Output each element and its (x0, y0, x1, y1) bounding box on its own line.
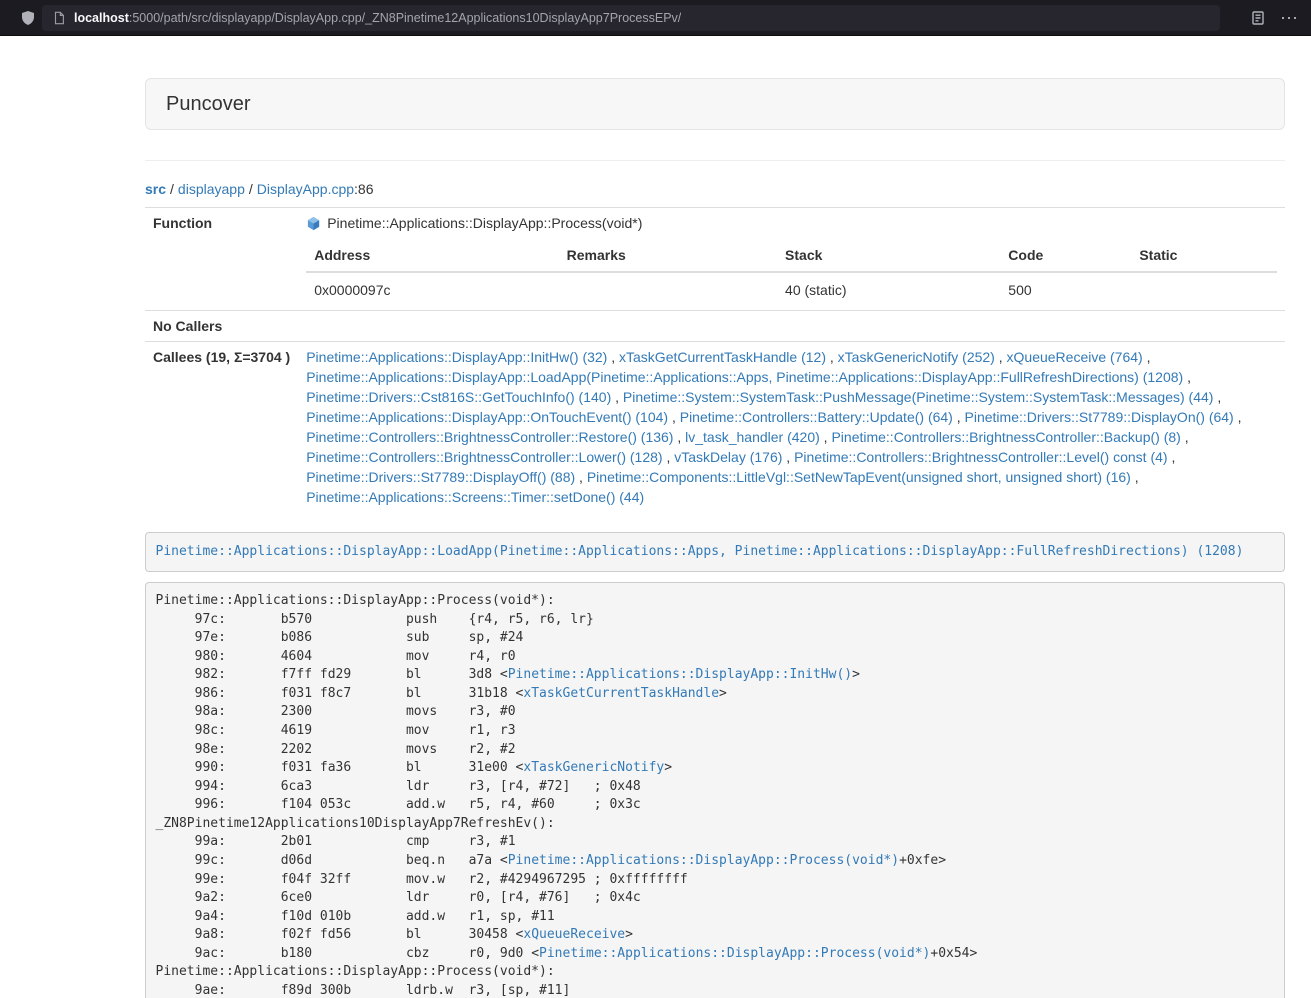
breadcrumb: src/displayapp/DisplayApp.cpp:86 (145, 179, 1285, 199)
code-symbol-link[interactable]: Pinetime::Applications::DisplayApp::Proc… (508, 853, 899, 868)
callees-row: Callees (19, Σ=3704 ) Pinetime::Applicat… (145, 342, 1285, 513)
code-symbol-link[interactable]: Pinetime::Applications::DisplayApp::Proc… (539, 946, 930, 961)
breadcrumb-link-displayapp[interactable]: displayapp (178, 181, 245, 197)
callee-link[interactable]: Pinetime::Controllers::BrightnessControl… (794, 449, 1167, 465)
callee-separator: , (663, 449, 675, 465)
callee-separator: , (820, 429, 832, 445)
callee-separator: , (607, 349, 619, 365)
code-symbol-link[interactable]: xTaskGetCurrentTaskHandle (523, 686, 719, 701)
callee-separator: , (1143, 349, 1151, 365)
callee-link[interactable]: Pinetime::Applications::DisplayApp::Load… (306, 369, 1183, 385)
callee-link[interactable]: Pinetime::Drivers::St7789::DisplayOff() … (306, 469, 575, 485)
callee-separator: , (1181, 429, 1189, 445)
callee-link[interactable]: Pinetime::Applications::DisplayApp::Init… (306, 349, 607, 365)
url-bar[interactable]: localhost:5000/path/src/displayapp/Displ… (42, 5, 1220, 31)
function-row: Function Pinetime::Applications::Display… (145, 208, 1285, 311)
browser-chrome: localhost:5000/path/src/displayapp/Displ… (0, 0, 1311, 36)
stat-remarks (559, 272, 777, 305)
url-host: localhost (74, 11, 129, 25)
code-symbol-link[interactable]: xQueueReceive (523, 927, 625, 942)
function-row-label: Function (145, 208, 298, 311)
callee-link[interactable]: xTaskGetCurrentTaskHandle (12) (619, 349, 826, 365)
callee-link[interactable]: Pinetime::Components::LittleVgl::SetNewT… (587, 469, 1131, 485)
callee-link[interactable]: Pinetime::Controllers::BrightnessControl… (831, 429, 1180, 445)
function-stats-table: Address Remarks Stack Code Static 0x0000… (306, 239, 1277, 305)
callee-separator: , (575, 469, 587, 485)
callee-separator: , (1168, 449, 1176, 465)
callee-separator: , (673, 429, 685, 445)
page-icon (52, 11, 66, 25)
no-callers-row: No Callers (145, 311, 1285, 342)
callee-link[interactable]: Pinetime::Drivers::St7789::DisplayOn() (… (965, 409, 1234, 425)
callee-separator: , (782, 449, 794, 465)
disassembly-code: Pinetime::Applications::DisplayApp::Proc… (145, 582, 1285, 998)
highlighted-symbol-link[interactable]: Pinetime::Applications::DisplayApp::Load… (156, 544, 1244, 559)
callee-separator: , (826, 349, 838, 365)
url-text: localhost:5000/path/src/displayapp/Displ… (74, 11, 681, 25)
stat-static (1131, 272, 1277, 305)
callee-link[interactable]: lv_task_handler (420) (685, 429, 820, 445)
callee-separator: , (1183, 369, 1191, 385)
stat-stack: 40 (static) (777, 272, 1000, 305)
code-symbol-link[interactable]: Pinetime::Applications::DisplayApp::Init… (508, 667, 852, 682)
function-icon (306, 216, 321, 231)
shield-icon[interactable] (20, 10, 36, 26)
more-menu-icon[interactable]: ⋯ (1280, 9, 1299, 27)
page-content: Puncover src/displayapp/DisplayApp.cpp:8… (145, 78, 1285, 998)
column-header-address: Address (306, 239, 558, 272)
highlighted-symbol-box: Pinetime::Applications::DisplayApp::Load… (145, 532, 1285, 572)
breadcrumb-separator: / (170, 181, 174, 197)
breadcrumb-line-number: :86 (354, 181, 373, 197)
url-path: :5000/path/src/displayapp/DisplayApp.cpp… (129, 11, 681, 25)
callee-separator: , (953, 409, 965, 425)
stat-code: 500 (1000, 272, 1131, 305)
callee-link[interactable]: Pinetime::Applications::Screens::Timer::… (306, 489, 644, 505)
callee-link[interactable]: Pinetime::Controllers::BrightnessControl… (306, 449, 662, 465)
breadcrumb-separator: / (249, 181, 253, 197)
breadcrumb-link-src[interactable]: src (145, 181, 166, 197)
callees-cell: Pinetime::Applications::DisplayApp::Init… (298, 342, 1285, 513)
callees-label: Callees (19, Σ=3704 ) (145, 342, 298, 513)
callee-link[interactable]: Pinetime::System::SystemTask::PushMessag… (623, 389, 1214, 405)
callee-link[interactable]: Pinetime::Drivers::Cst816S::GetTouchInfo… (306, 389, 611, 405)
callee-separator: , (1131, 469, 1139, 485)
page-title: Puncover (166, 93, 1264, 115)
callee-separator: , (668, 409, 680, 425)
callee-link[interactable]: xQueueReceive (764) (1007, 349, 1143, 365)
callee-separator: , (1234, 409, 1242, 425)
divider (145, 160, 1285, 161)
function-name: Pinetime::Applications::DisplayApp::Proc… (327, 213, 642, 233)
callee-link[interactable]: Pinetime::Controllers::Battery::Update()… (680, 409, 953, 425)
stats-header-row: Address Remarks Stack Code Static (306, 239, 1277, 272)
callee-separator: , (995, 349, 1007, 365)
column-header-stack: Stack (777, 239, 1000, 272)
callee-link[interactable]: Pinetime::Applications::DisplayApp::OnTo… (306, 409, 668, 425)
no-callers-label: No Callers (145, 311, 298, 342)
callee-separator: , (611, 389, 623, 405)
page-title-panel: Puncover (145, 78, 1285, 130)
reader-mode-icon[interactable] (1250, 10, 1266, 26)
code-symbol-link[interactable]: xTaskGenericNotify (523, 760, 664, 775)
callee-separator: , (1213, 389, 1221, 405)
column-header-static: Static (1131, 239, 1277, 272)
column-header-remarks: Remarks (559, 239, 777, 272)
breadcrumb-link-file[interactable]: DisplayApp.cpp (257, 181, 354, 197)
stat-address: 0x0000097c (306, 272, 558, 305)
function-table: Function Pinetime::Applications::Display… (145, 207, 1285, 512)
callee-link[interactable]: xTaskGenericNotify (252) (838, 349, 995, 365)
stats-value-row: 0x0000097c 40 (static) 500 (306, 272, 1277, 305)
callee-link[interactable]: Pinetime::Controllers::BrightnessControl… (306, 429, 673, 445)
callee-link[interactable]: vTaskDelay (176) (674, 449, 782, 465)
column-header-code: Code (1000, 239, 1131, 272)
